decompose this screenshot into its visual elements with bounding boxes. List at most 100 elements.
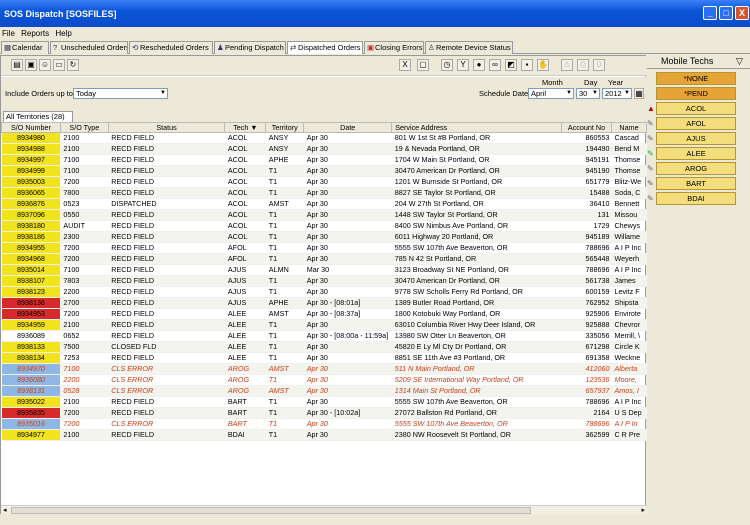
col-territory[interactable]: Territory — [265, 122, 305, 133]
name-cell: Chevror — [611, 319, 647, 331]
users-icon[interactable]: ☺ — [39, 59, 51, 71]
table-row[interactable]: 8938186 2300 RECD FIELD ACOL T1 Apr 30 6011 Hi… — [1, 231, 647, 243]
folder-icon[interactable]: ▭ — [53, 59, 65, 71]
date-cell: Apr 30 — [303, 319, 392, 331]
tech-button-pend[interactable]: *PEND — [656, 87, 736, 100]
tech-cell: ACOL — [224, 143, 266, 155]
clock-icon[interactable]: ◷ — [441, 59, 453, 71]
tab-unscheduled[interactable]: ? Unscheduled Orders — [50, 41, 128, 54]
col-so-type[interactable]: S/O Type — [59, 122, 109, 133]
tech-button-bart[interactable]: BART — [656, 177, 736, 190]
table-row[interactable]: 8934988 2100 RECD FIELD ACOL ANSY Apr 30 19 & … — [1, 143, 647, 155]
tech-button-acol[interactable]: ACOL — [656, 102, 736, 115]
table-row[interactable]: 8935835 7200 RECD FIELD BART T1 Apr 30 - [10:… — [1, 407, 647, 419]
monitor-icon[interactable]: ▣ — [25, 59, 37, 71]
truck-icon[interactable]: ▪ — [521, 59, 533, 71]
col-service-address[interactable]: Service Address — [391, 122, 563, 133]
tab-pending-dispatch[interactable]: ♟Pending Dispatch — [214, 41, 286, 54]
account-cell: 788696 — [561, 242, 612, 254]
day-select[interactable]: 30 ▼ — [576, 88, 600, 99]
table-row[interactable]: 8934959 2100 RECD FIELD ALEE T1 Apr 30 63010 C… — [1, 319, 647, 331]
table-row[interactable]: 8938131 0528 CLS ERROR AROG AMST Apr 30 1314 M… — [1, 385, 647, 397]
table-row[interactable]: 8935014 7100 RECD FIELD AJUS ALMN Mar 30 3123 … — [1, 264, 647, 276]
territory-cell: T1 — [265, 429, 304, 441]
table-row[interactable]: 8934953 7200 RECD FIELD ALEE AMST Apr 30 - [0… — [1, 308, 647, 320]
tab-calendar[interactable]: ▦Calendar — [1, 41, 49, 54]
binoculars-icon[interactable]: ∞ — [489, 59, 501, 71]
tech-button-afol[interactable]: AFOL — [656, 117, 736, 130]
table-row[interactable]: 8935016 7200 CLS ERROR BART T1 Apr 30 5555 SW … — [1, 418, 647, 430]
table-row[interactable]: 8934999 7100 RECD FIELD ACOL T1 Apr 30 30470 A… — [1, 165, 647, 177]
so-number-cell: 8934955 — [1, 242, 61, 254]
menu-reports[interactable]: Reports — [19, 27, 51, 38]
col-status[interactable]: Status — [107, 122, 226, 133]
hand-icon[interactable]: ✋ — [537, 59, 549, 71]
month-select[interactable]: April ▼ — [528, 88, 574, 99]
tab-dispatched-orders[interactable]: ⇄ Dispatched Orders — [287, 41, 363, 54]
table-row[interactable]: 8934997 7100 RECD FIELD ACOL APHE Apr 30 1704 … — [1, 154, 647, 166]
tab-remote-device-status[interactable]: ♙Remote Device Status — [425, 41, 513, 54]
tech-button-none[interactable]: *NONE — [656, 72, 736, 85]
menu-file[interactable]: File — [0, 27, 17, 38]
horizontal-scrollbar[interactable]: ◂ ▸ — [1, 505, 647, 514]
table-row[interactable]: 8938134 7253 RECD FIELD ALEE T1 Apr 30 8851 SE… — [1, 352, 647, 364]
col-account-no[interactable]: Account No — [561, 122, 612, 133]
tech-button-ajus[interactable]: AJUS — [656, 132, 736, 145]
note-icon[interactable]: ▢ — [417, 59, 429, 71]
tab-all-territories[interactable]: All Territories (28) — [3, 111, 73, 122]
territory-cell: AMST — [265, 308, 304, 320]
close-button[interactable]: X — [735, 6, 749, 20]
table-row[interactable]: 8934977 2100 RECD FIELD BDAI T1 Apr 30 2380 NW… — [1, 429, 647, 441]
name-cell: A I P Inc — [611, 242, 647, 254]
tech-button-bdai[interactable]: BDAI — [656, 192, 736, 205]
col-name[interactable]: Name — [610, 122, 647, 133]
tab-rescheduled[interactable]: ⟲ Rescheduled Orders — [129, 41, 213, 54]
tech-button-arog[interactable]: AROG — [656, 162, 736, 175]
maximize-button[interactable]: □ — [719, 6, 733, 20]
table-row[interactable]: 8936065 7800 RECD FIELD ACOL T1 Apr 30 8827 SE… — [1, 187, 647, 199]
table-row[interactable]: 8938123 2200 RECD FIELD AJUS T1 Apr 30 9778 SW… — [1, 286, 647, 298]
so-number-cell: 8935022 — [1, 396, 61, 408]
refresh-icon[interactable]: ↻ — [67, 59, 79, 71]
status-cell: RECD FIELD — [108, 165, 225, 177]
filter-icon[interactable]: Y — [457, 59, 469, 71]
include-orders-select[interactable]: Today ▼ — [73, 88, 168, 99]
so-type-cell: 2100 — [60, 429, 109, 441]
calendar-icon[interactable]: ▦ — [634, 88, 644, 99]
table-row[interactable]: 8938133 7500 CLOSED FLD ALEE T1 Apr 30 45820 E… — [1, 341, 647, 353]
options-icon[interactable]: ▤ — [11, 59, 23, 71]
year-select[interactable]: 2012 ▼ — [602, 88, 632, 99]
col-tech[interactable]: Tech ▼ — [224, 122, 267, 133]
table-row[interactable]: 8936080 2200 CLS ERROR AROG T1 Apr 30 5209 SE … — [1, 374, 647, 386]
col-date[interactable]: Date — [303, 122, 393, 133]
excel-icon[interactable]: X — [399, 59, 411, 71]
minimize-button[interactable]: _ — [703, 6, 717, 20]
table-row[interactable]: 8936089 0652 RECD FIELD ALEE T1 Apr 30 - [08:… — [1, 330, 647, 342]
tech-cell: AROG — [224, 374, 266, 386]
tab-closing-errors[interactable]: ▣Closing Errors — [364, 41, 424, 54]
table-row[interactable]: 8934955 7200 RECD FIELD AFOL T1 Apr 30 5555 SW… — [1, 242, 647, 254]
address-cell: 2380 NW Roosevelt St Portland, OR — [391, 429, 562, 441]
tech-cell: ALEE — [224, 319, 266, 331]
table-row[interactable]: 8934968 7200 RECD FIELD AFOL T1 Apr 30 785 N 4… — [1, 253, 647, 265]
status-cell: RECD FIELD — [108, 429, 225, 441]
table-row[interactable]: 8938180 AUDIT RECD FIELD ACOL T1 Apr 30 8400 S… — [1, 220, 647, 232]
table-row[interactable]: 8935003 7200 RECD FIELD ACOL T1 Apr 30 1201 W … — [1, 176, 647, 188]
table-row[interactable]: 8934970 7100 CLS ERROR AROG AMST Apr 30 511 N … — [1, 363, 647, 375]
col-so-number[interactable]: S/O Number — [1, 122, 61, 133]
filter-icon[interactable]: ▽ — [736, 55, 743, 68]
table-row[interactable]: 8934980 2100 RECD FIELD ACOL ANSY Apr 30 801 W… — [1, 132, 647, 144]
report-icon[interactable]: ◩ — [505, 59, 517, 71]
table-row[interactable]: 8936876 0523 DISPATCHED ACOL AMST Apr 30 204 W… — [1, 198, 647, 210]
table-row[interactable]: 8937096 0550 RECD FIELD ACOL T1 Apr 30 1448 SW… — [1, 209, 647, 221]
zero-icon: 0 — [593, 59, 605, 71]
scroll-thumb[interactable] — [11, 507, 531, 514]
tech-button-alee[interactable]: ALEE — [656, 147, 736, 160]
table-row[interactable]: 8938107 7803 RECD FIELD AJUS T1 Apr 30 30470 A… — [1, 275, 647, 287]
table-row[interactable]: 8935022 2100 RECD FIELD BART T1 Apr 30 5555 SW… — [1, 396, 647, 408]
globe-icon[interactable]: ● — [473, 59, 485, 71]
table-row[interactable]: 8938136 2700 RECD FIELD AJUS APHE Apr 30 - [0… — [1, 297, 647, 309]
menu-help[interactable]: Help — [53, 27, 73, 38]
scroll-right-icon[interactable]: ▸ — [641, 506, 645, 514]
scroll-left-icon[interactable]: ◂ — [3, 506, 7, 514]
